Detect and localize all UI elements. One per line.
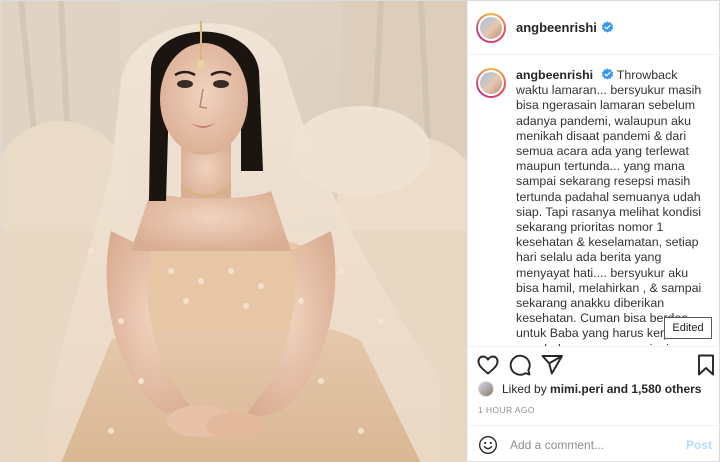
liker-avatar[interactable] <box>478 381 494 397</box>
share-icon[interactable] <box>540 353 564 377</box>
caption-body: Throwback waktu lamaran... bersyukur mas… <box>516 68 708 346</box>
post-comment-button[interactable]: Post <box>686 438 712 452</box>
bookmark-icon[interactable] <box>694 353 718 377</box>
post-photo[interactable] <box>1 1 467 462</box>
comment-bar: Post <box>468 425 720 462</box>
edited-tooltip: Edited <box>664 317 712 339</box>
verified-badge-icon <box>601 68 613 80</box>
heart-icon[interactable] <box>476 353 500 377</box>
post-timestamp[interactable]: 1 HOUR AGO <box>478 405 535 415</box>
author-username[interactable]: angbeenrishi <box>516 20 597 35</box>
comment-input[interactable] <box>510 437 680 452</box>
likes-count[interactable]: and 1,580 others <box>607 382 702 396</box>
author-avatar[interactable] <box>476 12 506 43</box>
caption-avatar[interactable] <box>476 68 506 98</box>
likes-summary: Liked by mimi.peri and 1,580 others <box>478 379 701 399</box>
caption-section: angbeenrishi Throwback waktu lamaran... … <box>468 56 720 346</box>
caption-username[interactable]: angbeenrishi <box>516 68 593 82</box>
liker-username[interactable]: mimi.peri <box>550 382 603 396</box>
caption-text: angbeenrishi Throwback waktu lamaran... … <box>516 68 712 346</box>
post-header: angbeenrishi <box>468 1 720 55</box>
post-sidebar: angbeenrishi angbeenrishi Throwback wakt… <box>467 1 720 462</box>
bride-photo-illustration <box>1 1 467 462</box>
likes-prefix: Liked by <box>502 382 547 396</box>
instagram-post: angbeenrishi angbeenrishi Throwback wakt… <box>0 0 720 462</box>
emoji-icon[interactable] <box>478 435 498 455</box>
comment-icon[interactable] <box>508 353 532 377</box>
verified-badge-icon <box>601 21 614 33</box>
